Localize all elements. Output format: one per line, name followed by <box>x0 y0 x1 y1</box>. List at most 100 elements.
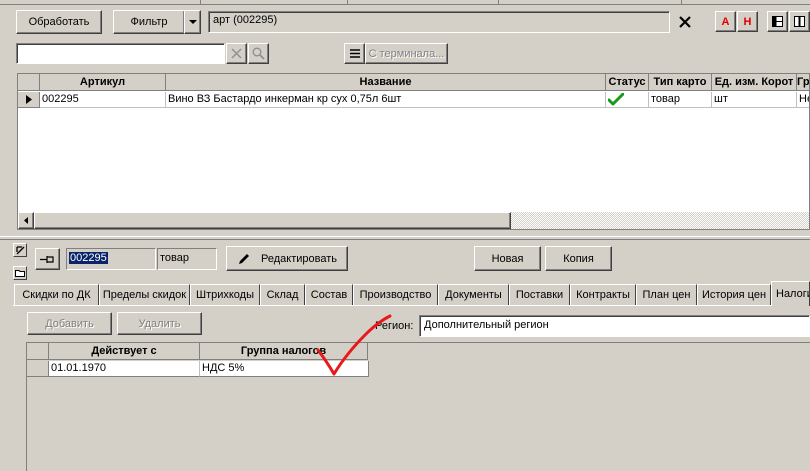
column-header-type[interactable]: Тип карто <box>649 74 712 91</box>
h-button[interactable]: H <box>737 11 758 32</box>
cell-effective-from: 01.01.1970 <box>49 361 200 377</box>
article-code-value: 002295 <box>69 252 108 264</box>
tab-discounts-dk[interactable]: Скидки по ДК <box>14 284 99 305</box>
row-indicator <box>27 361 49 377</box>
from-terminal-label: С терминала... <box>368 47 445 60</box>
filter-dropdown-button[interactable] <box>184 10 201 34</box>
column-header-name[interactable]: Название <box>166 74 606 91</box>
region-field[interactable]: Дополнительный регион <box>419 315 810 337</box>
tab-taxes[interactable]: Налоги <box>771 281 810 306</box>
search-button[interactable] <box>248 43 269 64</box>
scroll-left-arrow-icon <box>24 217 28 224</box>
tab-label: Контракты <box>576 289 630 301</box>
clear-filter-button[interactable] <box>672 11 697 33</box>
cell-group: Не <box>797 92 809 108</box>
tab-label: Пределы скидок <box>102 289 187 301</box>
tab-price-plan[interactable]: План цен <box>636 284 697 305</box>
horizontal-scrollbar[interactable] <box>18 212 809 229</box>
window-split-icon <box>794 16 805 27</box>
tab-panel-top-border <box>13 305 771 306</box>
new-button-label: Новая <box>491 252 524 265</box>
arrow-up-left-icon <box>15 245 24 254</box>
process-button[interactable]: Обработать <box>16 10 102 34</box>
dropdown-arrow-icon <box>188 19 197 24</box>
cell-name: Вино ВЗ Бастардо инкерман кр сух 0,75л 6… <box>166 92 606 108</box>
filter-button-label: Фильтр <box>130 16 168 28</box>
copy-button-label: Копия <box>563 252 594 265</box>
pencil-icon <box>239 253 249 264</box>
edit-button-label: Редактировать <box>261 252 337 265</box>
pin-icon <box>40 255 54 263</box>
tab-label: Состав <box>310 289 348 301</box>
top-strip-divider <box>498 0 499 5</box>
edit-button[interactable]: Редактировать <box>226 246 348 271</box>
tab-label: История цен <box>701 289 767 301</box>
cell-type: товар <box>649 92 712 108</box>
row-indicator-header <box>27 343 49 360</box>
column-header-group[interactable]: Гр <box>797 74 809 91</box>
tab-label: Поставки <box>515 289 564 301</box>
checkmark-icon <box>608 93 624 106</box>
column-header-article[interactable]: Артикул <box>40 74 166 91</box>
tab-production[interactable]: Производство <box>353 284 438 305</box>
folder-button[interactable] <box>13 266 27 280</box>
top-strip-divider <box>347 0 348 5</box>
add-tax-label: Добавить <box>45 317 94 330</box>
new-button[interactable]: Новая <box>474 246 541 271</box>
search-icon <box>252 47 265 60</box>
delete-tax-label: Удалить <box>138 317 181 330</box>
list-icon <box>349 49 360 58</box>
from-terminal-button[interactable]: С терминала... <box>365 43 448 64</box>
column-header-effective-from[interactable]: Действует с <box>49 343 200 360</box>
delete-tax-button[interactable]: Удалить <box>117 312 202 335</box>
clear-search-button[interactable] <box>226 43 247 64</box>
layout-button-2[interactable] <box>789 11 810 32</box>
clear-icon <box>231 48 242 59</box>
red-checkmark-annotation <box>316 314 392 376</box>
row-indicator <box>18 92 40 108</box>
list-menu-button[interactable] <box>344 43 365 64</box>
tab-label: Скидки по ДК <box>22 289 91 301</box>
column-header-unit[interactable]: Ед. изм. Корот <box>712 74 797 91</box>
tab-documents[interactable]: Документы <box>438 284 509 305</box>
tab-label: Штрихкоды <box>195 289 255 301</box>
row-indicator-header <box>18 74 40 91</box>
tab-barcodes[interactable]: Штрихкоды <box>190 284 260 305</box>
cell-status <box>606 92 649 108</box>
tab-label: Производство <box>359 289 432 301</box>
tab-warehouse[interactable]: Склад <box>260 284 305 305</box>
column-header-status[interactable]: Статус <box>606 74 649 91</box>
panel-splitter[interactable] <box>0 236 810 240</box>
h-button-label: H <box>743 15 752 28</box>
tab-label: План цен <box>642 289 691 301</box>
a-button[interactable]: A <box>715 11 736 32</box>
cell-article: 002295 <box>40 92 166 108</box>
top-strip-divider <box>200 0 201 5</box>
current-row-arrow-icon <box>25 95 32 104</box>
filter-text-field[interactable]: арт (002295) <box>208 11 670 33</box>
scroll-thumb[interactable] <box>34 212 511 229</box>
copy-button[interactable]: Копия <box>545 246 612 271</box>
process-button-label: Обработать <box>28 16 90 28</box>
add-tax-button[interactable]: Добавить <box>27 312 112 335</box>
tab-contracts[interactable]: Контракты <box>570 284 636 305</box>
filter-button[interactable]: Фильтр <box>113 10 185 34</box>
top-strip-divider <box>681 0 682 5</box>
tab-label: Документы <box>445 289 502 301</box>
tab-composition[interactable]: Состав <box>305 284 353 305</box>
tab-price-history[interactable]: История цен <box>697 284 771 305</box>
top-window-strip <box>0 0 810 5</box>
pin-button[interactable] <box>35 248 60 270</box>
tab-deliveries[interactable]: Поставки <box>509 284 570 305</box>
window-layout-icon <box>772 16 783 27</box>
article-code-field[interactable]: 002295 <box>66 248 156 270</box>
tab-label: Склад <box>266 289 299 301</box>
article-type-field: товар <box>157 248 217 270</box>
tab-discount-limits[interactable]: Пределы скидок <box>99 284 190 305</box>
expand-up-button[interactable] <box>13 243 27 257</box>
layout-button-1[interactable] <box>767 11 788 32</box>
search-input[interactable] <box>16 43 225 64</box>
scroll-left-button[interactable] <box>18 212 34 229</box>
article-type-value: товар <box>160 252 189 264</box>
filter-text-value: арт (002295) <box>213 14 278 26</box>
